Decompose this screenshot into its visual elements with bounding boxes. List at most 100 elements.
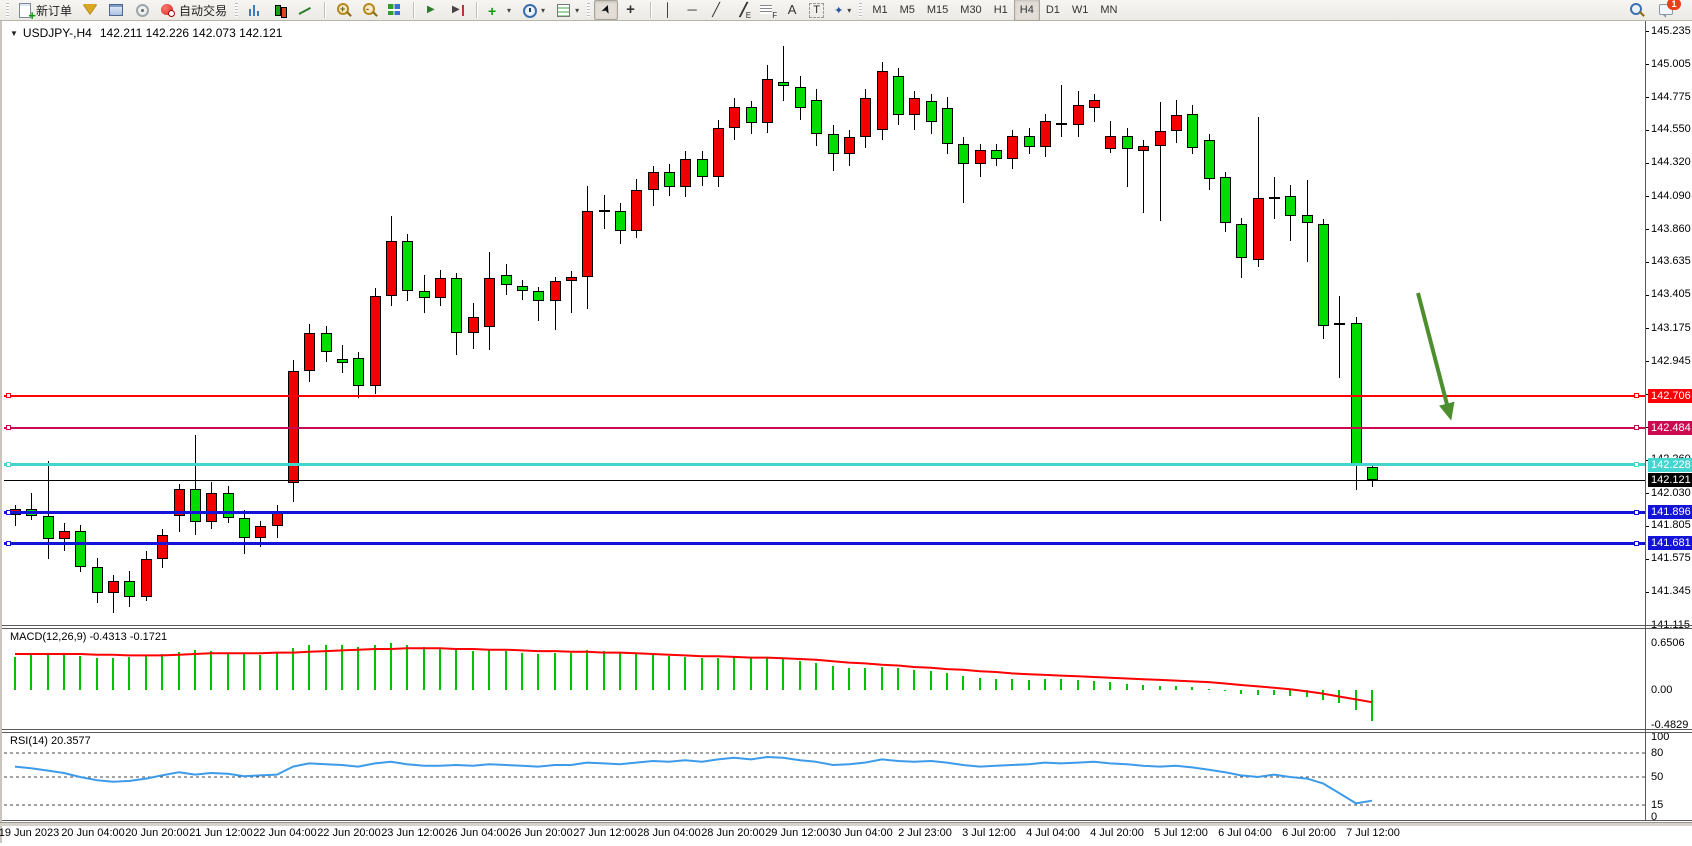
- toolbar-grip: [587, 3, 590, 17]
- notification-badge: 1: [1667, 0, 1681, 10]
- fibonacci-tool-button[interactable]: F: [755, 0, 779, 20]
- line-handle[interactable]: [1634, 541, 1639, 546]
- time-axis-label: 27 Jun 12:00: [573, 827, 637, 839]
- candle: [991, 150, 1002, 159]
- line-handle[interactable]: [6, 425, 11, 430]
- price-line-label: 141.896: [1648, 505, 1692, 519]
- line-handle[interactable]: [6, 510, 11, 515]
- line-handle[interactable]: [6, 541, 11, 546]
- price-line-label: 142.706: [1648, 389, 1692, 403]
- macd-pane[interactable]: MACD(12,26,9) -0.4313 -0.1721: [4, 629, 1645, 729]
- rsi-pane[interactable]: RSI(14) 20.3577: [4, 733, 1645, 820]
- horizontal-line-tool-button[interactable]: ─: [681, 0, 703, 20]
- text-icon: A: [785, 2, 799, 18]
- line-handle[interactable]: [1634, 462, 1639, 467]
- new-order-button[interactable]: 新订单: [13, 0, 76, 20]
- zoom-out-button[interactable]: -: [357, 0, 381, 20]
- tile-windows-button[interactable]: [383, 0, 407, 20]
- timeframe-button-mn[interactable]: MN: [1094, 0, 1123, 21]
- pane-separator[interactable]: [2, 628, 1692, 629]
- vertical-line-tool-button[interactable]: │: [657, 0, 679, 20]
- terminal-window-button[interactable]: [104, 0, 128, 20]
- text-tool-button[interactable]: A: [781, 0, 803, 20]
- price-tick-label: 145.005: [1651, 58, 1691, 71]
- zoom-in-button[interactable]: +: [331, 0, 355, 20]
- auto-scroll-button[interactable]: ▶: [420, 0, 444, 20]
- horizontal-line-object[interactable]: [4, 427, 1645, 429]
- pane-separator[interactable]: [2, 625, 1692, 626]
- pane-separator[interactable]: [2, 732, 1692, 733]
- timeframe-button-m15[interactable]: M15: [921, 0, 954, 21]
- periods-button[interactable]: ▾: [517, 0, 549, 20]
- main-toolbar: 新订单 自动交易 + - ▶ ▶ +▾ ▾ ▾ ➤ + │ ─ ╱ ╱╱E F …: [0, 0, 1692, 21]
- timeframe-button-h4[interactable]: H4: [1014, 0, 1040, 21]
- candle: [1220, 177, 1231, 223]
- chat-bubble-icon: 1: [1658, 2, 1674, 18]
- current-price-label: 142.121: [1648, 473, 1692, 487]
- price-tick-label: 144.090: [1651, 190, 1691, 203]
- crosshair-tool-button[interactable]: +: [620, 0, 644, 20]
- search-button[interactable]: [1624, 0, 1648, 20]
- line-handle[interactable]: [1634, 425, 1639, 430]
- candle: [958, 144, 969, 164]
- auto-scroll-icon: ▶: [424, 2, 440, 18]
- pane-separator[interactable]: [2, 729, 1692, 730]
- horizontal-line-object[interactable]: [4, 463, 1645, 466]
- price-tick-label: 144.320: [1651, 156, 1691, 169]
- indicators-button[interactable]: +▾: [483, 0, 515, 20]
- candle: [631, 190, 642, 230]
- price-chart-pane[interactable]: [4, 21, 1645, 625]
- time-axis-label: 26 Jun 20:00: [509, 827, 573, 839]
- toolbar-separator: [476, 2, 477, 18]
- signals-button[interactable]: [130, 0, 154, 20]
- price-tick-label: 141.805: [1651, 519, 1691, 532]
- horizontal-line-object[interactable]: [4, 542, 1645, 545]
- candlestick-chart-button[interactable]: [268, 0, 292, 20]
- candle: [1007, 136, 1018, 159]
- clock-icon: [521, 2, 537, 18]
- market-watch-button[interactable]: [78, 0, 102, 20]
- time-axis-label: 28 Jun 04:00: [637, 827, 701, 839]
- candle: [190, 489, 201, 522]
- candle: [304, 333, 315, 371]
- autotrading-button[interactable]: 自动交易: [156, 0, 231, 20]
- candle: [582, 211, 593, 277]
- time-axis-label: 28 Jun 20:00: [701, 827, 765, 839]
- chevron-down-icon: ▾: [575, 6, 579, 15]
- arrows-tool-button[interactable]: ✦▾: [830, 0, 855, 20]
- candle: [1285, 196, 1296, 216]
- chart-shift-button[interactable]: ▶: [446, 0, 470, 20]
- candle: [893, 76, 904, 115]
- templates-button[interactable]: ▾: [551, 0, 583, 20]
- candle: [975, 150, 986, 164]
- line-handle[interactable]: [1634, 510, 1639, 515]
- trendline-tool-button[interactable]: ╱: [705, 0, 727, 20]
- line-handle[interactable]: [6, 393, 11, 398]
- signal-icon: [134, 2, 150, 18]
- notifications-button[interactable]: 1: [1654, 0, 1678, 20]
- trendline-icon: ╱: [709, 2, 723, 18]
- chart-title[interactable]: ▼USDJPY-,H4142.211 142.226 142.073 142.1…: [10, 26, 282, 40]
- candle: [353, 358, 364, 387]
- label-tool-button[interactable]: T: [805, 0, 828, 20]
- bar-chart-button[interactable]: [242, 0, 266, 20]
- candle: [59, 531, 70, 540]
- channel-tool-button[interactable]: ╱╱E: [729, 0, 753, 20]
- timeframe-button-m5[interactable]: M5: [894, 0, 921, 21]
- cursor-tool-button[interactable]: ➤: [594, 0, 618, 20]
- line-chart-button[interactable]: [294, 0, 318, 20]
- candle: [321, 333, 332, 352]
- horizontal-line-object[interactable]: [4, 511, 1645, 514]
- fibonacci-icon: F: [759, 2, 775, 18]
- vertical-line-icon: │: [661, 2, 675, 18]
- timeframe-button-d1[interactable]: D1: [1040, 0, 1066, 21]
- timeframe-button-m1[interactable]: M1: [866, 0, 893, 21]
- price-tick-label: 141.345: [1651, 585, 1691, 598]
- candle: [811, 100, 822, 135]
- horizontal-line-object[interactable]: [4, 395, 1645, 397]
- timeframe-button-w1[interactable]: W1: [1066, 0, 1095, 21]
- timeframe-button-m30[interactable]: M30: [954, 0, 987, 21]
- line-handle[interactable]: [1634, 393, 1639, 398]
- timeframe-button-h1[interactable]: H1: [988, 0, 1014, 21]
- line-handle[interactable]: [6, 462, 11, 467]
